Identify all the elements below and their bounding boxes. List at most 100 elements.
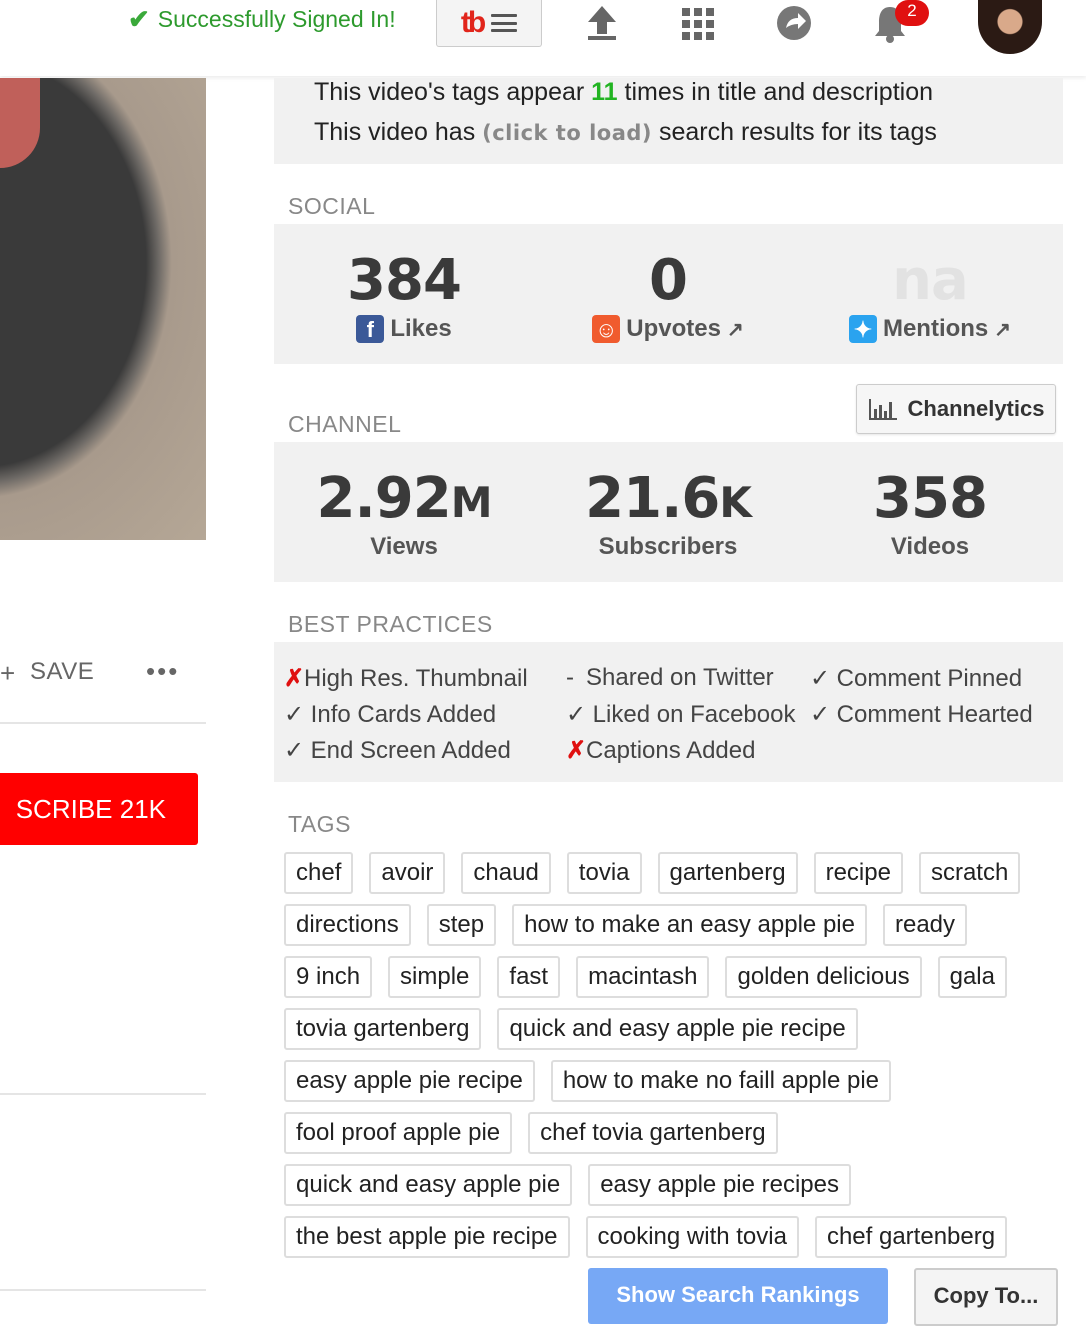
best-practice-item: - Shared on Twitter (566, 664, 774, 691)
upload-icon[interactable] (584, 2, 620, 47)
video-actions-row: + SAVE ••• (0, 650, 206, 696)
likes-label: Likes (390, 315, 452, 342)
social-panel: 384 f Likes 0 ☺ Upvotes ↗ na ✦ Mentions … (274, 224, 1063, 364)
facebook-icon: f (356, 315, 385, 343)
checkmark-icon: ✔ (128, 4, 150, 34)
channelytics-label: Channelytics (907, 396, 1045, 421)
best-practice-item: ✗High Res. Thumbnail (284, 665, 528, 692)
views-value: 2.92 (316, 466, 452, 531)
views-stat: 2.92M Views (274, 466, 534, 561)
tag-chip[interactable]: quick and easy apple pie recipe (497, 1008, 858, 1050)
tag-row: easy apple pie recipe how to make no fail… (284, 1060, 1054, 1102)
tag-summary-panel: This video's tags appear 11 times in tit… (274, 78, 1063, 164)
tag-chip[interactable]: chaud (461, 852, 551, 894)
tag-chip[interactable]: simple (388, 956, 482, 998)
best-practice-item: ✓ Comment Pinned (810, 665, 1023, 692)
tag-chip[interactable]: recipe (813, 852, 903, 894)
divider (0, 722, 206, 724)
notification-count-badge: 2 (895, 0, 929, 26)
tag-chip[interactable]: how to make an easy apple pie (512, 904, 867, 946)
tag-row: 9 inch simple fast macintash golden deliciou… (284, 956, 1054, 998)
videos-label: Videos (890, 533, 970, 560)
tag-chip[interactable]: step (426, 904, 497, 946)
more-options-icon[interactable]: ••• (146, 656, 179, 687)
tubebuddy-menu-button[interactable]: tb (436, 0, 542, 47)
messages-icon[interactable] (774, 4, 814, 47)
videos-value: 358 (873, 466, 988, 531)
best-practices-section-title: BEST PRACTICES (288, 611, 493, 637)
tubebuddy-logo-icon: tb (460, 6, 486, 39)
tag-chip[interactable]: quick and easy apple pie (284, 1164, 573, 1206)
apps-grid-icon[interactable] (680, 6, 716, 47)
videos-stat: 358 Videos (800, 466, 1060, 561)
top-bar: ✔ Successfully Signed In! tb 2 (0, 0, 1086, 76)
tags-section-title: TAGS (288, 811, 351, 837)
tag-chip[interactable]: avoir (369, 852, 446, 894)
best-practice-item: ✓ Liked on Facebook (566, 701, 796, 728)
sign-in-status: ✔ Successfully Signed In! (128, 4, 396, 35)
divider (0, 1289, 206, 1291)
tag-chip[interactable]: tovia (566, 852, 642, 894)
copy-to-button[interactable]: Copy To... (914, 1268, 1058, 1326)
mentions-label: Mentions (882, 315, 989, 342)
tags-appear-line: This video's tags appear 11 times in tit… (314, 78, 934, 106)
click-to-load-link[interactable]: (click to load) (482, 121, 652, 145)
reddit-icon: ☺ (592, 315, 621, 343)
tag-chip[interactable]: chef (284, 852, 354, 894)
tag-chip[interactable]: gartenberg (657, 852, 798, 894)
tag-row: tovia gartenberg quick and easy apple pie… (284, 1008, 1054, 1050)
tag-row: directions step how to make an easy apple … (284, 904, 1054, 946)
tag-chip[interactable]: chef gartenberg (814, 1216, 1008, 1258)
subscribers-value: 21.6 (585, 466, 720, 531)
add-to-playlist-icon[interactable]: + (0, 658, 15, 689)
channel-section-title: CHANNEL (288, 411, 402, 437)
best-practice-item: ✗Captions Added (566, 737, 756, 764)
avatar[interactable] (978, 0, 1042, 54)
tag-row: quick and easy apple pie easy apple pie r… (284, 1164, 1054, 1206)
tag-chip[interactable]: how to make no faill apple pie (550, 1060, 892, 1102)
mentions-stat[interactable]: na ✦ Mentions ↗ (800, 248, 1060, 343)
tag-chip[interactable]: 9 inch (284, 956, 373, 998)
subscribers-stat: 21.6K Subscribers (538, 466, 798, 561)
channel-panel: 2.92M Views 21.6K Subscribers 358 Videos (274, 442, 1063, 582)
social-section-title: SOCIAL (288, 193, 376, 219)
video-player[interactable] (0, 78, 206, 540)
external-link-icon: ↗ (994, 318, 1012, 341)
best-practice-item: ✓ Comment Hearted (810, 701, 1033, 728)
upvotes-value: 0 (649, 248, 688, 313)
likes-stat: 384 f Likes (274, 248, 534, 343)
tag-chip[interactable]: easy apple pie recipe (284, 1060, 535, 1102)
search-results-line: This video has (click to load) search re… (314, 118, 937, 146)
tag-chip[interactable]: macintash (576, 956, 710, 998)
tag-chip[interactable]: fool proof apple pie (284, 1112, 513, 1154)
tag-chip[interactable]: ready (882, 904, 968, 946)
save-button[interactable]: SAVE (30, 658, 94, 686)
tag-chip[interactable]: golden delicious (725, 956, 922, 998)
tags-count: 11 (591, 78, 618, 106)
upvotes-label: Upvotes (626, 315, 721, 342)
hamburger-icon (491, 14, 518, 32)
tag-chip[interactable]: chef tovia gartenberg (528, 1112, 778, 1154)
subscribe-button[interactable]: SCRIBE 21K (0, 773, 198, 845)
tag-chip[interactable]: cooking with tovia (585, 1216, 799, 1258)
tag-chip[interactable]: fast (497, 956, 561, 998)
channelytics-button[interactable]: Channelytics (856, 384, 1056, 434)
tag-row: chef avoir chaud tovia gartenberg recipe scrat… (284, 852, 1054, 894)
tag-chip[interactable]: easy apple pie recipes (588, 1164, 852, 1206)
likes-value: 384 (347, 248, 462, 313)
subscribers-label: Subscribers (598, 533, 738, 560)
best-practice-item: ✓ End Screen Added (284, 737, 511, 764)
tag-chip[interactable]: gala (937, 956, 1007, 998)
upvotes-stat[interactable]: 0 ☺ Upvotes ↗ (538, 248, 798, 343)
best-practice-item: ✓ Info Cards Added (284, 701, 497, 728)
tag-chip[interactable]: scratch (918, 852, 1021, 894)
twitter-icon: ✦ (848, 315, 877, 343)
tag-chip[interactable]: directions (284, 904, 411, 946)
bar-chart-icon (868, 399, 897, 420)
views-label: Views (370, 533, 438, 560)
sign-in-message: Successfully Signed In! (157, 6, 396, 32)
tag-chip[interactable]: tovia gartenberg (284, 1008, 482, 1050)
tags-list: chef avoir chaud tovia gartenberg recipe scrat… (284, 852, 1054, 1268)
show-search-rankings-button[interactable]: Show Search Rankings (588, 1268, 888, 1324)
tag-chip[interactable]: the best apple pie recipe (284, 1216, 570, 1258)
